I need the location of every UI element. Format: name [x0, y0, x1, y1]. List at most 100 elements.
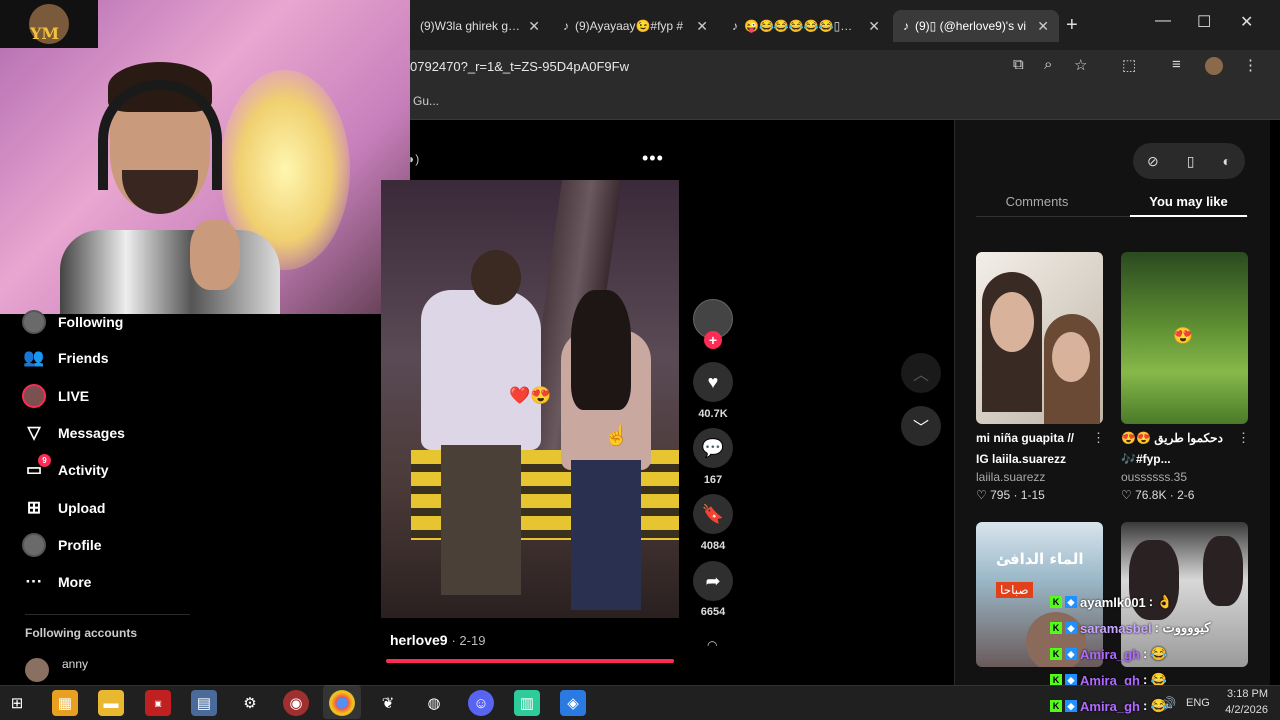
browser-tab-4[interactable]: ♪ (9)▯ (@herlove9)'s vi ✕ [893, 10, 1059, 42]
browser-tab-3[interactable]: ♪ 😜😂😂😂😂😂▯😌(9) ✕ [722, 10, 890, 42]
like-button[interactable]: ♥ [693, 362, 733, 402]
compass-icon[interactable]: ⊘ [1147, 153, 1159, 170]
close-icon[interactable]: ✕ [868, 18, 880, 35]
language-indicator[interactable]: ENG [1186, 697, 1210, 709]
app-icon[interactable]: ▥ [514, 690, 540, 716]
card-title[interactable]: mi niña guapita // IG laiila.suarezz [976, 428, 1088, 470]
clock-date[interactable]: 4/2/2026 [1212, 704, 1268, 716]
sidebar-item-more[interactable]: ··· More [22, 570, 92, 594]
chat-username: ayamlk001 [1080, 594, 1146, 610]
account-avatar[interactable] [25, 658, 49, 682]
clock-time[interactable]: 3:18 PM [1218, 688, 1268, 700]
video-player[interactable]: ❤️😍 [381, 180, 679, 618]
card-author[interactable]: oussssss.35 [1121, 470, 1187, 484]
close-icon[interactable]: ✕ [528, 18, 540, 35]
card-more-icon[interactable]: ⋮ [1237, 430, 1250, 446]
video-progress-bar[interactable] [386, 659, 674, 663]
close-window-icon[interactable]: ✕ [1240, 12, 1253, 32]
url-field[interactable]: 0792470?_r=1&_t=ZS-95D4pA0F9Fw [410, 59, 629, 74]
more-icon: ··· [25, 572, 43, 591]
following-avatar-icon [22, 310, 46, 334]
tab-comments[interactable]: Comments [976, 194, 1098, 209]
store-icon[interactable]: ▦ [52, 690, 78, 716]
comment-button[interactable]: 💬 [693, 428, 733, 468]
app-icon[interactable]: ◉ [283, 690, 309, 716]
sidebar-item-activity[interactable]: ▭ 9 Activity [22, 454, 109, 482]
sidebar-item-upload[interactable]: ⊞ Upload [22, 496, 106, 520]
minimize-icon[interactable]: — [1155, 12, 1171, 30]
upload-icon: ⊞ [26, 498, 42, 517]
tab-title: 😜😂😂😂😂😂▯😌(9) [744, 19, 863, 33]
sidebar-item-label: Friends [58, 350, 109, 366]
video-thumbnail[interactable] [976, 252, 1103, 424]
bookmark-item[interactable]: Gu... [413, 94, 439, 108]
share-button[interactable]: ➦ [693, 561, 733, 601]
discord-icon[interactable]: ☺ [468, 690, 494, 716]
sidebar-item-following[interactable]: Following [22, 310, 123, 334]
like-count: 40.7K [698, 408, 728, 420]
close-icon[interactable]: ✕ [1037, 18, 1049, 35]
card-likes: ♡ 76.8K [1121, 488, 1167, 502]
steam-icon[interactable]: ⚙ [237, 690, 263, 716]
profile-icon [22, 533, 46, 557]
chat-badge-icon: ◆ [1065, 648, 1077, 660]
zoom-icon[interactable]: ⌕ [1044, 56, 1052, 73]
previous-video-button[interactable]: ︿ [901, 353, 941, 393]
chat-text: : 😂 [1142, 646, 1168, 661]
sidebar-item-label: Upload [58, 500, 106, 516]
tab-title: (9)Ayayaay😉#fyp # [575, 19, 684, 33]
save-button[interactable]: 🔖 [693, 494, 733, 534]
video-author[interactable]: herlove9 [390, 632, 448, 648]
sidebar-item-profile[interactable]: Profile [22, 533, 102, 557]
friends-icon: 👥 [23, 348, 45, 367]
tab-you-may-like[interactable]: You may like [1130, 194, 1247, 209]
install-app-icon[interactable]: ⧉ [1013, 56, 1024, 73]
card-more-icon[interactable]: ⋮ [1092, 430, 1105, 446]
tab-title: (9)▯ (@herlove9)'s vi [915, 19, 1027, 33]
sidebar-item-friends[interactable]: 👥 Friends [22, 346, 109, 370]
browser-tab-1[interactable]: (9)W3la ghirek gelbi ✕ [410, 10, 550, 42]
bookmark-star-icon[interactable]: ☆ [1074, 56, 1087, 74]
tab-title: (9)W3la ghirek gelbi [420, 19, 523, 33]
user-avatar-icon[interactable]: ◐ [1222, 153, 1230, 169]
card-meta: ♡ 795 · 1-15 [976, 488, 1045, 502]
app-icon[interactable]: ❦ [375, 690, 401, 716]
sidebar-divider [25, 614, 190, 615]
follow-plus-icon[interactable]: + [704, 331, 722, 349]
kick-badge-icon: K [1050, 700, 1062, 712]
sound-icon[interactable]: ◗) [408, 152, 419, 166]
card-author[interactable]: laiila.suarezz [976, 470, 1045, 484]
browser-menu-icon[interactable]: ⋮ [1243, 56, 1258, 74]
new-tab-icon[interactable]: + [1066, 14, 1078, 37]
extensions-icon[interactable]: ⬚ [1122, 56, 1136, 74]
maximize-icon[interactable]: ☐ [1197, 12, 1211, 32]
next-video-button[interactable]: ﹀ [901, 406, 941, 446]
phone-icon[interactable]: ▯ [1187, 153, 1195, 170]
chevron-down-icon: ﹀ [912, 420, 929, 437]
app-icon[interactable]: ◍ [421, 690, 447, 716]
video-thumbnail[interactable]: 😍 [1121, 252, 1248, 424]
browser-profile-avatar[interactable] [1205, 57, 1223, 75]
account-name[interactable]: anny [62, 657, 88, 671]
share-icon: ➦ [705, 570, 721, 591]
media-control-icon[interactable]: ≡ [1172, 56, 1181, 73]
sidebar-item-label: More [58, 574, 92, 590]
more-options-icon[interactable]: ••• [642, 148, 664, 169]
card-date: · 2-6 [1169, 488, 1195, 502]
card-title[interactable]: 😍😍 دحكموا طريق 🎶#fyp... [1121, 428, 1233, 470]
right-panel-toolbar: ⊘ ▯ ◐ [1133, 143, 1245, 179]
file-explorer-icon[interactable]: ▬ [98, 690, 124, 716]
browser-tab-2[interactable]: ♪ (9)Ayayaay😉#fyp # ✕ [553, 10, 718, 42]
card-likes: ♡ 795 [976, 488, 1011, 502]
chrome-icon[interactable] [323, 685, 361, 719]
heart-icon: ♥ [707, 371, 719, 392]
voice-app-icon[interactable]: ▣ [145, 690, 171, 716]
app-icon[interactable]: ◈ [560, 690, 586, 716]
chevron-up-icon: ︿ [912, 367, 929, 384]
windows-start-icon[interactable]: ⊞ [4, 690, 30, 716]
app-icon[interactable]: ▤ [191, 690, 217, 716]
sidebar-item-label: Profile [58, 537, 102, 553]
sidebar-item-messages[interactable]: ▽ Messages [22, 421, 124, 445]
sidebar-item-live[interactable]: LIVE [22, 384, 89, 408]
close-icon[interactable]: ✕ [696, 18, 708, 35]
